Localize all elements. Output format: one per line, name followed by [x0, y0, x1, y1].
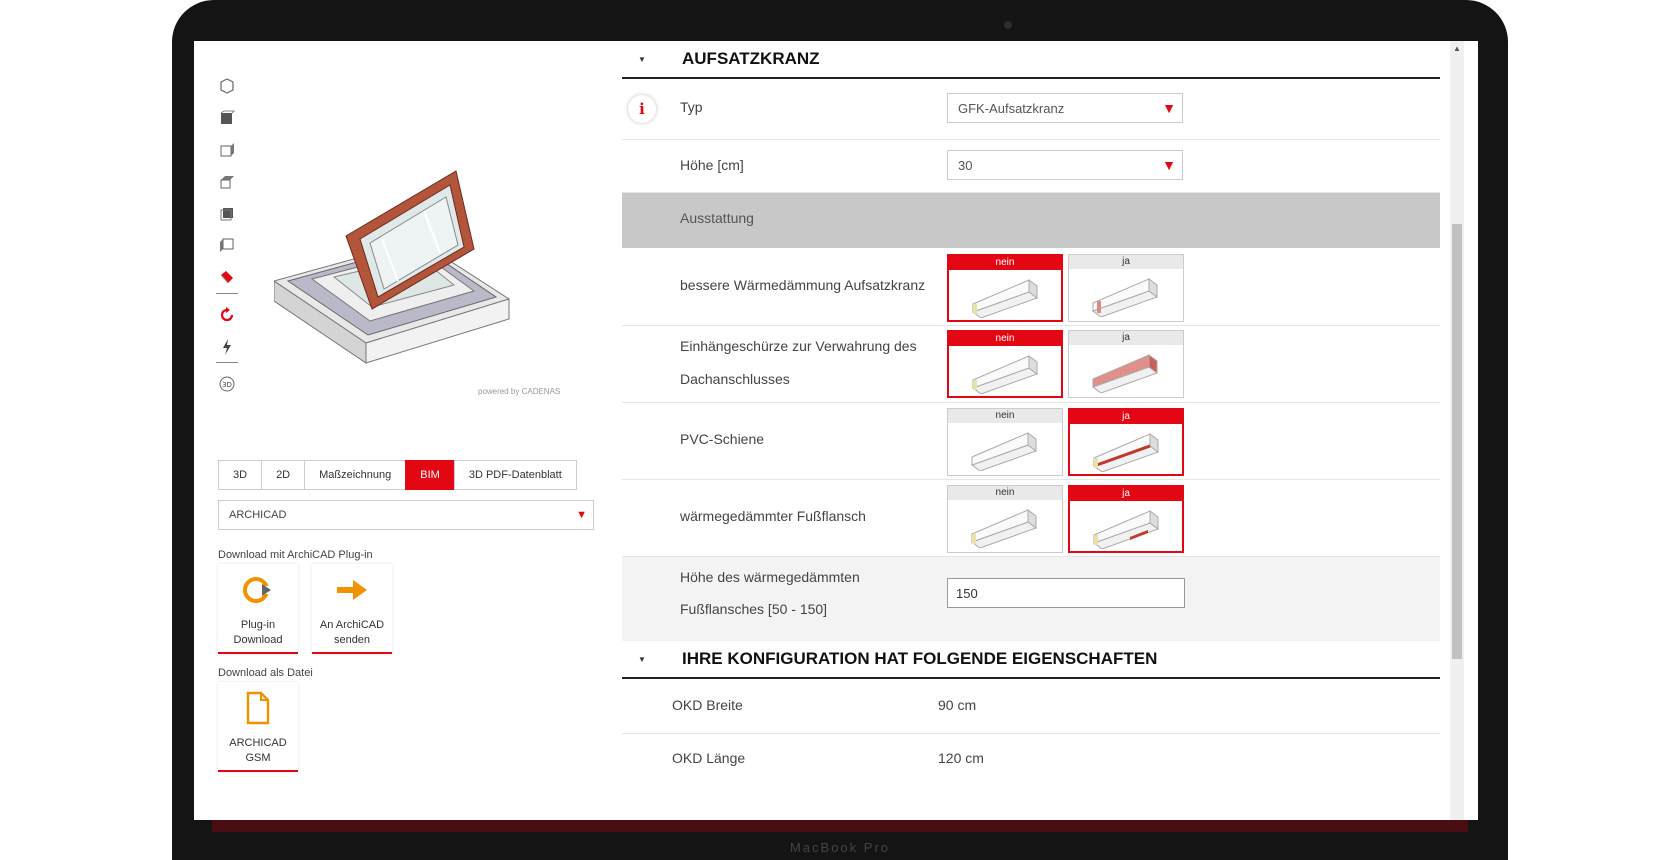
option-nein-label: nein	[948, 486, 1062, 500]
option-label: wärmegedämmter Fußflansch	[680, 508, 866, 524]
view-tabs: 3D 2D Maßzeichnung BIM 3D PDF-Datenblatt	[218, 460, 577, 490]
tab-3d-pdf[interactable]: 3D PDF-Datenblatt	[453, 460, 577, 490]
ausstattung-header: Ausstattung	[622, 193, 1440, 248]
tab-masszeichnung[interactable]: Maßzeichnung	[304, 460, 406, 490]
camera	[1004, 21, 1012, 29]
download-file-label: Download als Datei	[218, 667, 313, 679]
view-right-icon[interactable]	[216, 139, 238, 161]
option-row-einhaengeschuerze: Einhängeschürze zur Verwahrung des Dacha…	[622, 326, 1440, 403]
view-bottom-icon[interactable]	[216, 267, 238, 294]
ausstattung-label: Ausstattung	[680, 210, 754, 226]
chevron-down-icon: ▼	[1162, 100, 1176, 116]
option-ja-label: ja	[1069, 255, 1183, 269]
arrow-right-icon	[335, 570, 369, 610]
chevron-down-icon: ▼	[1162, 157, 1176, 173]
caret-down-icon: ▼	[638, 54, 646, 64]
view-top-icon[interactable]	[216, 171, 238, 193]
property-value: 90 cm	[938, 697, 977, 713]
flansch-height-label-2: Fußflansches [50 - 150]	[680, 601, 828, 617]
view-toolbar: 3D	[216, 75, 242, 405]
option-nein-button[interactable]: nein	[947, 485, 1063, 553]
option-nein-label: nein	[948, 409, 1062, 423]
tab-bim[interactable]: BIM	[405, 460, 454, 490]
info-icon[interactable]: i	[628, 95, 656, 123]
option-label: Einhängeschürze zur Verwahrung des Dacha…	[680, 338, 917, 387]
option-ja-button[interactable]: ja	[1068, 254, 1184, 322]
file-icon	[245, 688, 271, 728]
gsm-download-button[interactable]: ARCHICAD GSM	[218, 682, 298, 772]
option-row-fussflansch: wärmegedämmter Fußflansch nein ja	[622, 480, 1440, 557]
option-nein-button[interactable]: nein	[947, 330, 1063, 398]
plugin-download-label: Plug-in Download	[233, 619, 283, 646]
chevron-down-icon: ▼	[576, 509, 587, 521]
typ-select[interactable]: GFK-Aufsatzkranz ▼	[947, 93, 1183, 123]
property-row: OKD Länge 120 cm	[622, 734, 1440, 788]
option-ja-label: ja	[1070, 410, 1182, 424]
cad-format-select[interactable]: ARCHICAD ▼	[218, 500, 594, 530]
scroll-up-icon[interactable]: ▲	[1450, 41, 1464, 57]
flansch-height-label-1: Höhe des wärmegedämmten	[680, 569, 860, 585]
hoehe-label: Höhe [cm]	[680, 157, 744, 173]
cad-format-value: ARCHICAD	[229, 509, 287, 521]
plugin-download-button[interactable]: Plug-in Download	[218, 564, 298, 654]
hoehe-row: Höhe [cm] 30 ▼	[622, 140, 1440, 193]
view-back-icon[interactable]	[216, 203, 238, 225]
hoehe-value: 30	[958, 157, 973, 173]
property-row: OKD Breite 90 cm	[622, 679, 1440, 734]
typ-label: Typ	[680, 99, 703, 115]
flansch-height-input[interactable]: 150	[947, 578, 1185, 608]
option-nein-label: nein	[949, 332, 1061, 346]
section-eigenschaften-title: IHRE KONFIGURATION HAT FOLGENDE EIGENSCH…	[682, 649, 1158, 668]
scrollbar-thumb[interactable]	[1452, 224, 1462, 659]
option-ja-label: ja	[1070, 487, 1182, 501]
powered-by-text: powered by CADENAS	[478, 387, 561, 396]
tab-3d[interactable]: 3D	[218, 460, 262, 490]
explode-icon[interactable]	[216, 336, 238, 363]
option-row-pvc-schiene: PVC-Schiene nein ja	[622, 403, 1440, 480]
flansch-height-row: Höhe des wärmegedämmten Fußflansches [50…	[622, 557, 1440, 641]
property-key: OKD Länge	[672, 750, 746, 766]
view-left-icon[interactable]	[216, 235, 238, 257]
send-archicad-button[interactable]: An ArchiCAD senden	[312, 564, 392, 654]
rotate-icon[interactable]	[216, 304, 238, 326]
plugin-icon	[241, 570, 275, 610]
typ-value: GFK-Aufsatzkranz	[958, 100, 1065, 116]
section-eigenschaften-header[interactable]: ▼ IHRE KONFIGURATION HAT FOLGENDE EIGENS…	[622, 641, 1440, 679]
property-key: OKD Breite	[672, 697, 743, 713]
gsm-label: ARCHICAD GSM	[229, 737, 287, 764]
option-label: PVC-Schiene	[680, 431, 765, 447]
section-aufsatzkranz-header[interactable]: ▼ AUFSATZKRANZ	[622, 41, 1440, 79]
3d-view-icon[interactable]: 3D	[216, 373, 238, 395]
laptop-brand: MacBook Pro	[789, 840, 891, 855]
option-ja-button[interactable]: ja	[1068, 330, 1184, 398]
download-plugin-label: Download mit ArchiCAD Plug-in	[218, 549, 373, 561]
option-ja-label: ja	[1069, 331, 1183, 345]
send-archicad-label: An ArchiCAD senden	[319, 619, 385, 646]
option-ja-button[interactable]: ja	[1068, 408, 1184, 476]
view-front-icon[interactable]	[216, 107, 238, 129]
configuration-panel: ▼ AUFSATZKRANZ i Typ GFK-Aufsatzkranz ▼ …	[622, 41, 1440, 820]
option-nein-label: nein	[949, 256, 1061, 270]
typ-row: i Typ GFK-Aufsatzkranz ▼	[622, 79, 1440, 140]
caret-down-icon: ▼	[638, 654, 646, 664]
option-label: bessere Wärmedämmung Aufsatzkranz	[680, 277, 926, 293]
option-nein-button[interactable]: nein	[947, 254, 1063, 322]
screen: 3D powered by CADENAS 3D 2D Maßzeichnung…	[194, 41, 1478, 820]
viewer-panel: 3D powered by CADENAS 3D 2D Maßzeichnung…	[194, 41, 614, 820]
tab-2d[interactable]: 2D	[261, 460, 305, 490]
hoehe-select[interactable]: 30 ▼	[947, 150, 1183, 180]
scrollbar[interactable]: ▲	[1450, 41, 1464, 820]
property-value: 120 cm	[938, 750, 984, 766]
view-iso-icon[interactable]	[216, 75, 238, 97]
option-ja-button[interactable]: ja	[1068, 485, 1184, 553]
option-row-waermedaemmung: bessere Wärmedämmung Aufsatzkranz nein j…	[622, 249, 1440, 326]
laptop-bezel-bottom	[212, 820, 1468, 832]
section-aufsatzkranz-title: AUFSATZKRANZ	[682, 49, 820, 68]
svg-text:3D: 3D	[222, 381, 232, 389]
product-3d-preview[interactable]	[272, 131, 574, 431]
option-nein-button[interactable]: nein	[947, 408, 1063, 476]
